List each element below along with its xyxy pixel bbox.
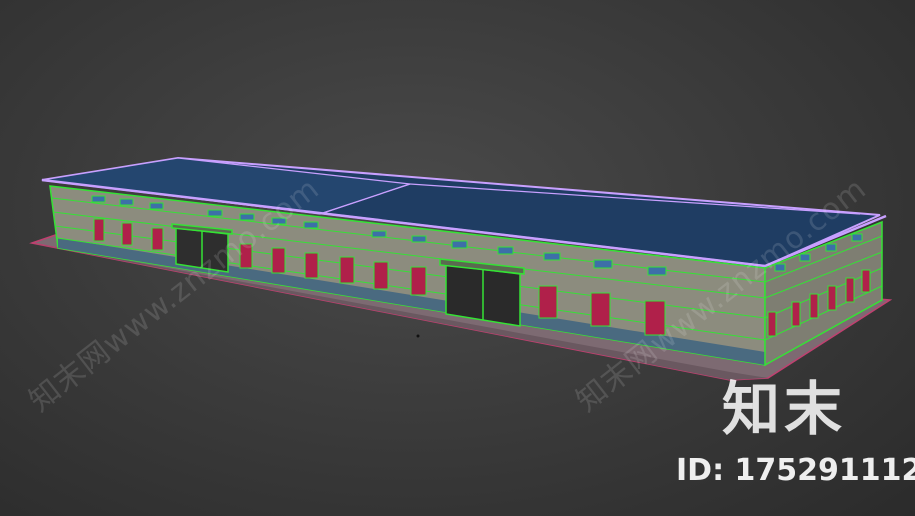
3d-viewport: 知末网www.znzmo.com 知末网www.znzmo.com 知末 ID:… <box>0 0 915 516</box>
model-id-label: ID: 175291112 <box>676 453 915 488</box>
brand-logo: 知末 <box>722 375 847 443</box>
